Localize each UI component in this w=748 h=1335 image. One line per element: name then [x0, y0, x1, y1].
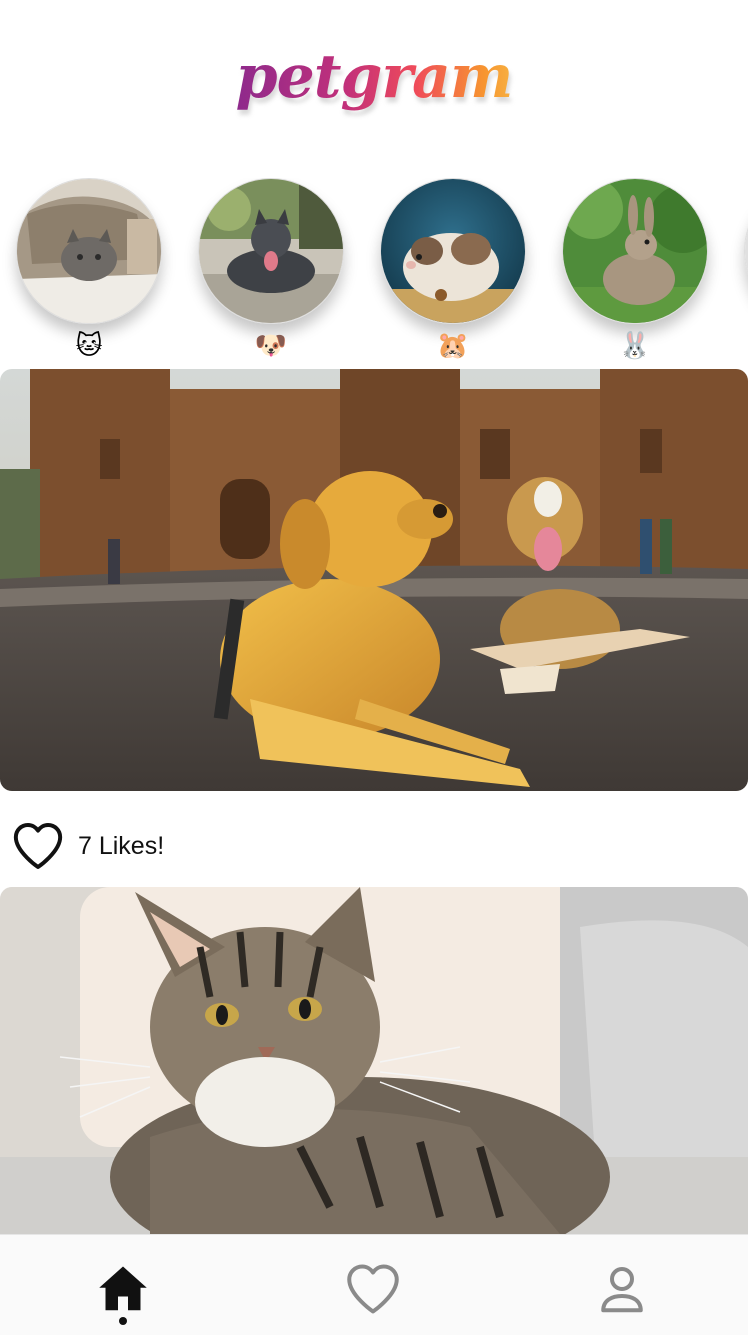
category-item-cats[interactable]: 🐱	[16, 178, 162, 368]
like-count: 7 Likes!	[78, 831, 165, 860]
like-row: 7 Likes!	[10, 818, 164, 874]
category-item-more[interactable]	[744, 178, 748, 368]
heart-outline-icon[interactable]	[10, 818, 66, 874]
category-photo[interactable]	[380, 178, 526, 324]
category-item-dogs[interactable]: 🐶	[198, 178, 344, 368]
category-emoji: 🐹	[436, 330, 470, 360]
heart-icon	[347, 1264, 399, 1314]
category-photo[interactable]	[744, 178, 748, 324]
nav-favorites[interactable]	[343, 1259, 403, 1319]
category-photo[interactable]	[16, 178, 162, 324]
post-photo[interactable]	[0, 887, 748, 1234]
user-icon	[601, 1267, 643, 1313]
category-carousel[interactable]: 🐱 🐶 🐹 🐰	[0, 178, 748, 368]
category-emoji: 🐰	[618, 330, 652, 360]
category-photo[interactable]	[562, 178, 708, 324]
home-icon	[99, 1266, 147, 1311]
category-emoji: 🐶	[254, 330, 288, 360]
post-photo[interactable]	[0, 369, 748, 791]
logo-text: petgram	[235, 42, 514, 112]
category-emoji: 🐱	[75, 330, 103, 360]
bottom-navigation	[0, 1234, 748, 1335]
active-indicator	[119, 1317, 127, 1325]
category-item-hamsters[interactable]: 🐹	[380, 178, 526, 368]
category-item-rabbits[interactable]: 🐰	[562, 178, 708, 368]
nav-user[interactable]	[592, 1259, 652, 1319]
app-logo: petgram	[0, 42, 748, 112]
nav-home[interactable]	[93, 1259, 153, 1319]
category-photo[interactable]	[198, 178, 344, 324]
